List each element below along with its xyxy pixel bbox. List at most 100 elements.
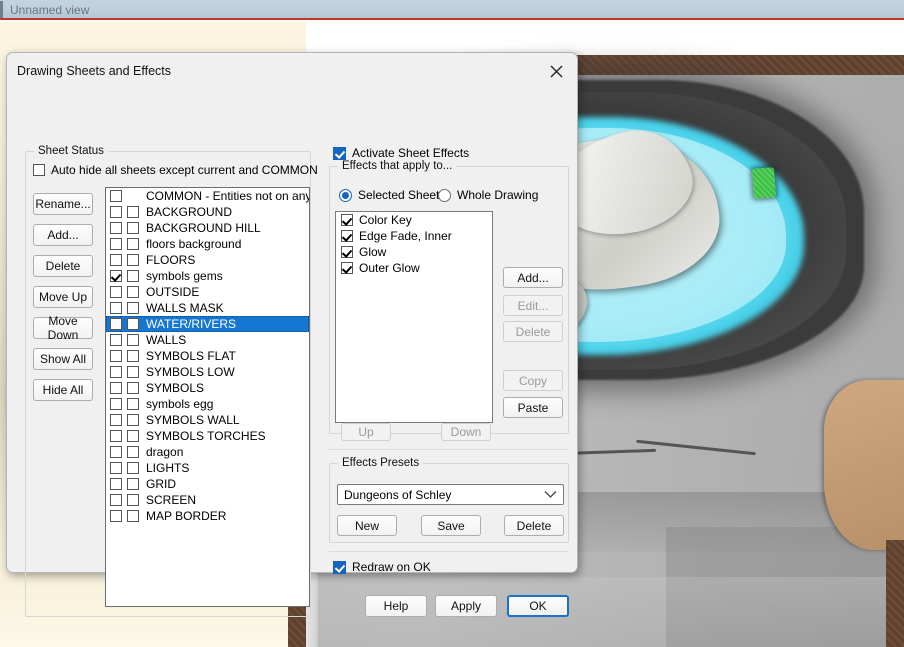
sheet-list-item[interactable]: BACKGROUND HILL — [106, 220, 309, 236]
sheet-lock-checkbox[interactable] — [127, 510, 139, 522]
effect-list-item-label: Color Key — [359, 213, 412, 227]
sheet-list-item[interactable]: SYMBOLS FLAT — [106, 348, 309, 364]
effect-enabled-checkbox[interactable] — [341, 230, 353, 242]
sheet-lock-checkbox[interactable] — [127, 462, 139, 474]
effect-add-button[interactable]: Add... — [503, 267, 563, 288]
effect-list-item-label: Outer Glow — [359, 261, 420, 275]
sheet-lock-checkbox[interactable] — [127, 334, 139, 346]
sheet-list-item[interactable]: SYMBOLS TORCHES — [106, 428, 309, 444]
redraw-on-ok-checkbox[interactable]: Redraw on OK — [333, 560, 431, 574]
sheet-hide-checkbox[interactable] — [110, 446, 122, 458]
sheet-list-item[interactable]: SYMBOLS WALL — [106, 412, 309, 428]
sheet-hide-checkbox[interactable] — [110, 462, 122, 474]
sheet-lock-checkbox[interactable] — [127, 350, 139, 362]
sheet-move-up-button[interactable]: Move Up — [33, 286, 93, 308]
sheet-hide-checkbox[interactable] — [110, 494, 122, 506]
sheet-list-item[interactable]: BACKGROUND — [106, 204, 309, 220]
sheet-list-item[interactable]: OUTSIDE — [106, 284, 309, 300]
section-divider — [329, 449, 569, 450]
preset-save-button[interactable]: Save — [421, 515, 481, 536]
sheet-hide-checkbox[interactable] — [110, 270, 122, 282]
sheet-lock-checkbox[interactable] — [127, 222, 139, 234]
auto-hide-checkbox[interactable]: Auto hide all sheets except current and … — [33, 163, 318, 177]
sheet-lock-checkbox[interactable] — [127, 478, 139, 490]
sheet-list[interactable]: COMMON - Entities not on any BACKGROUND BA… — [105, 187, 310, 607]
radio-selected-sheet[interactable]: Selected Sheet — [339, 188, 439, 202]
sheet-lock-checkbox[interactable] — [127, 286, 139, 298]
sheet-list-item[interactable]: FLOORS — [106, 252, 309, 268]
preset-delete-button[interactable]: Delete — [504, 515, 564, 536]
effect-list-item[interactable]: Outer Glow — [336, 260, 492, 276]
sheet-lock-checkbox[interactable] — [127, 398, 139, 410]
sheet-lock-checkbox[interactable] — [127, 206, 139, 218]
sheet-status-legend: Sheet Status — [34, 145, 108, 157]
sheet-lock-checkbox[interactable] — [127, 446, 139, 458]
sheet-hide-checkbox[interactable] — [110, 334, 122, 346]
sheet-lock-checkbox[interactable] — [127, 254, 139, 266]
sheet-hide-checkbox[interactable] — [110, 254, 122, 266]
sheet-lock-checkbox[interactable] — [127, 318, 139, 330]
sheet-hide-checkbox[interactable] — [110, 206, 122, 218]
sheet-hide-all-button[interactable]: Hide All — [33, 379, 93, 401]
sheet-delete-button[interactable]: Delete — [33, 255, 93, 277]
sheet-hide-checkbox[interactable] — [110, 238, 122, 250]
help-button[interactable]: Help — [365, 595, 427, 617]
sheet-lock-checkbox[interactable] — [127, 414, 139, 426]
sheet-hide-checkbox[interactable] — [110, 430, 122, 442]
sheet-move-down-button[interactable]: Move Down — [33, 314, 93, 342]
sheet-list-item[interactable]: symbols gems — [106, 268, 309, 284]
sheet-list-item[interactable]: symbols egg — [106, 396, 309, 412]
preset-select[interactable]: Dungeons of Schley — [337, 484, 564, 505]
sheet-show-all-button[interactable]: Show All — [33, 348, 93, 370]
sheet-list-item[interactable]: COMMON - Entities not on any — [106, 188, 309, 204]
sheet-rename-button[interactable]: Rename... — [33, 193, 93, 215]
activate-sheet-effects-checkbox[interactable]: Activate Sheet Effects — [333, 146, 469, 160]
sheet-hide-checkbox[interactable] — [110, 398, 122, 410]
sheet-list-item[interactable]: WALLS MASK — [106, 300, 309, 316]
close-icon[interactable] — [541, 58, 571, 84]
sheet-lock-checkbox[interactable] — [127, 238, 139, 250]
effect-list-item[interactable]: Glow — [336, 244, 492, 260]
sheet-lock-checkbox[interactable] — [127, 494, 139, 506]
preset-new-button[interactable]: New — [337, 515, 397, 536]
apply-button[interactable]: Apply — [435, 595, 497, 617]
sheet-lock-checkbox[interactable] — [127, 430, 139, 442]
sheet-lock-checkbox[interactable] — [127, 302, 139, 314]
sheet-lock-checkbox[interactable] — [127, 270, 139, 282]
sheet-add-button[interactable]: Add... — [33, 224, 93, 246]
sheet-list-item[interactable]: SYMBOLS — [106, 380, 309, 396]
sheet-hide-checkbox[interactable] — [110, 478, 122, 490]
effect-paste-button[interactable]: Paste — [503, 397, 563, 418]
sheet-list-item[interactable]: MAP BORDER — [106, 508, 309, 524]
sheet-list-item[interactable]: WATER/RIVERS — [106, 316, 309, 332]
gem-symbol — [751, 167, 777, 199]
sheet-hide-checkbox[interactable] — [110, 302, 122, 314]
effect-enabled-checkbox[interactable] — [341, 214, 353, 226]
sheet-list-item[interactable]: floors background — [106, 236, 309, 252]
sheet-hide-checkbox[interactable] — [110, 318, 122, 330]
sheet-hide-checkbox[interactable] — [110, 286, 122, 298]
sheet-lock-checkbox[interactable] — [127, 382, 139, 394]
sheet-hide-checkbox[interactable] — [110, 382, 122, 394]
radio-whole-drawing[interactable]: Whole Drawing — [438, 188, 538, 202]
sheet-hide-checkbox[interactable] — [110, 510, 122, 522]
sheet-hide-checkbox[interactable] — [110, 222, 122, 234]
effect-enabled-checkbox[interactable] — [341, 246, 353, 258]
sheet-list-item[interactable]: LIGHTS — [106, 460, 309, 476]
effects-list[interactable]: Color Key Edge Fade, Inner Glow Outer Glow — [335, 211, 493, 423]
effect-list-item[interactable]: Color Key — [336, 212, 492, 228]
effect-enabled-checkbox[interactable] — [341, 262, 353, 274]
effect-list-item[interactable]: Edge Fade, Inner — [336, 228, 492, 244]
sheet-list-item[interactable]: SYMBOLS LOW — [106, 364, 309, 380]
redraw-on-ok-label: Redraw on OK — [352, 560, 431, 574]
sheet-list-item[interactable]: GRID — [106, 476, 309, 492]
sheet-hide-checkbox[interactable] — [110, 350, 122, 362]
sheet-hide-checkbox[interactable] — [110, 190, 122, 202]
sheet-list-item[interactable]: dragon — [106, 444, 309, 460]
sheet-lock-checkbox[interactable] — [127, 366, 139, 378]
sheet-hide-checkbox[interactable] — [110, 414, 122, 426]
sheet-list-item[interactable]: SCREEN — [106, 492, 309, 508]
sheet-list-item[interactable]: WALLS — [106, 332, 309, 348]
ok-button[interactable]: OK — [507, 595, 569, 617]
sheet-hide-checkbox[interactable] — [110, 366, 122, 378]
